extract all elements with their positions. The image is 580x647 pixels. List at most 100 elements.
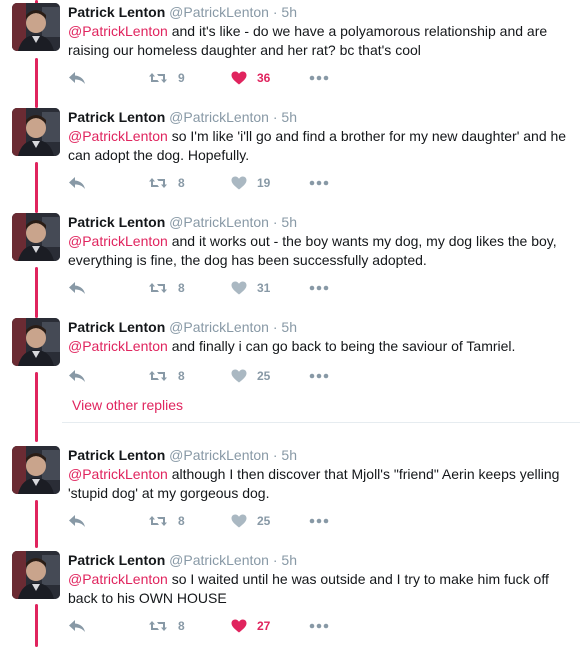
tweet-content: Patrick Lenton @PatrickLenton · 5h @Patr… [68, 108, 570, 165]
like-button[interactable]: 36 [231, 68, 270, 88]
like-count: 36 [257, 71, 271, 85]
tweet-text: @PatrickLenton although I then discover … [68, 465, 570, 503]
mention-link[interactable]: @PatrickLenton [68, 466, 168, 482]
reply-button[interactable] [68, 366, 86, 386]
retweet-button[interactable]: 8 [148, 173, 185, 193]
mention-link[interactable]: @PatrickLenton [68, 128, 168, 144]
heart-icon [231, 176, 247, 190]
like-count: 25 [257, 514, 271, 528]
author-handle[interactable]: @PatrickLenton [169, 552, 269, 568]
tweet-header: Patrick Lenton @PatrickLenton · 5h [68, 108, 570, 126]
more-icon [309, 518, 329, 524]
timestamp[interactable]: 5h [281, 109, 297, 125]
retweet-button[interactable]: 8 [148, 366, 185, 386]
more-options-button[interactable] [309, 173, 329, 193]
author-handle[interactable]: @PatrickLenton [169, 447, 269, 463]
like-button[interactable]: 31 [231, 278, 270, 298]
more-options-button[interactable] [309, 366, 329, 386]
tweet-header: Patrick Lenton @PatrickLenton · 5h [68, 3, 570, 21]
retweet-button[interactable]: 8 [148, 511, 185, 531]
heart-icon [231, 71, 247, 85]
mention-link[interactable]: @PatrickLenton [68, 338, 168, 354]
tweet-text: @PatrickLenton so I'm like 'i'll go and … [68, 127, 570, 165]
tweet-content: Patrick Lenton @PatrickLenton · 5h @Patr… [68, 3, 570, 60]
author-name[interactable]: Patrick Lenton [68, 319, 165, 335]
like-button[interactable]: 25 [231, 511, 270, 531]
author-handle[interactable]: @PatrickLenton [169, 319, 269, 335]
author-name[interactable]: Patrick Lenton [68, 552, 165, 568]
retweet-button[interactable]: 8 [148, 616, 185, 636]
avatar[interactable] [12, 213, 60, 261]
more-options-button[interactable] [309, 68, 329, 88]
retweet-icon [148, 176, 168, 190]
thread-line [35, 500, 38, 548]
heart-icon [231, 281, 247, 295]
like-count: 19 [257, 176, 271, 190]
tweet-text: @PatrickLenton so I waited until he was … [68, 570, 570, 608]
retweet-count: 8 [178, 176, 185, 190]
more-icon [309, 75, 329, 81]
reply-button[interactable] [68, 616, 86, 636]
retweet-icon [148, 281, 168, 295]
avatar[interactable] [12, 551, 60, 599]
more-options-button[interactable] [309, 616, 329, 636]
heart-icon [231, 369, 247, 383]
thread-line [35, 162, 38, 213]
like-count: 25 [257, 369, 271, 383]
reply-button[interactable] [68, 68, 86, 88]
timestamp[interactable]: 5h [281, 552, 297, 568]
tweet-header: Patrick Lenton @PatrickLenton · 5h [68, 551, 570, 569]
avatar[interactable] [12, 446, 60, 494]
mention-link[interactable]: @PatrickLenton [68, 233, 168, 249]
author-name[interactable]: Patrick Lenton [68, 4, 165, 20]
avatar[interactable] [12, 3, 60, 51]
retweet-count: 8 [178, 514, 185, 528]
tweet-content: Patrick Lenton @PatrickLenton · 5h @Patr… [68, 213, 570, 270]
timestamp[interactable]: 5h [281, 214, 297, 230]
author-name[interactable]: Patrick Lenton [68, 109, 165, 125]
reply-icon [68, 514, 86, 528]
reply-button[interactable] [68, 173, 86, 193]
retweet-count: 8 [178, 281, 185, 295]
more-options-button[interactable] [309, 511, 329, 531]
avatar[interactable] [12, 108, 60, 156]
divider [62, 422, 580, 423]
separator-dot: · [272, 4, 278, 20]
tweet-text: @PatrickLenton and it's like - do we hav… [68, 22, 570, 60]
retweet-count: 9 [178, 71, 185, 85]
separator-dot: · [272, 552, 278, 568]
timestamp[interactable]: 5h [281, 447, 297, 463]
mention-link[interactable]: @PatrickLenton [68, 571, 168, 587]
tweet-header: Patrick Lenton @PatrickLenton · 5h [68, 213, 570, 231]
like-count: 27 [257, 619, 271, 633]
avatar[interactable] [12, 318, 60, 366]
mention-link[interactable]: @PatrickLenton [68, 23, 168, 39]
author-handle[interactable]: @PatrickLenton [169, 4, 269, 20]
view-other-replies-link[interactable]: View other replies [72, 397, 183, 413]
retweet-button[interactable]: 8 [148, 278, 185, 298]
author-name[interactable]: Patrick Lenton [68, 447, 165, 463]
tweet-body: and finally i can go back to being the s… [171, 338, 516, 354]
reply-icon [68, 369, 86, 383]
heart-icon [231, 514, 247, 528]
retweet-icon [148, 71, 168, 85]
more-options-button[interactable] [309, 278, 329, 298]
reply-button[interactable] [68, 511, 86, 531]
author-name[interactable]: Patrick Lenton [68, 214, 165, 230]
author-handle[interactable]: @PatrickLenton [169, 214, 269, 230]
retweet-button[interactable]: 9 [148, 68, 185, 88]
timestamp[interactable]: 5h [281, 4, 297, 20]
author-handle[interactable]: @PatrickLenton [169, 109, 269, 125]
retweet-count: 8 [178, 369, 185, 383]
retweet-icon [148, 619, 168, 633]
separator-dot: · [272, 214, 278, 230]
like-button[interactable]: 25 [231, 366, 270, 386]
thread-line [35, 267, 38, 318]
separator-dot: · [272, 109, 278, 125]
like-button[interactable]: 19 [231, 173, 270, 193]
timestamp[interactable]: 5h [281, 319, 297, 335]
reply-button[interactable] [68, 278, 86, 298]
separator-dot: · [272, 447, 278, 463]
tweet-text: @PatrickLenton and finally i can go back… [68, 337, 570, 356]
like-button[interactable]: 27 [231, 616, 270, 636]
